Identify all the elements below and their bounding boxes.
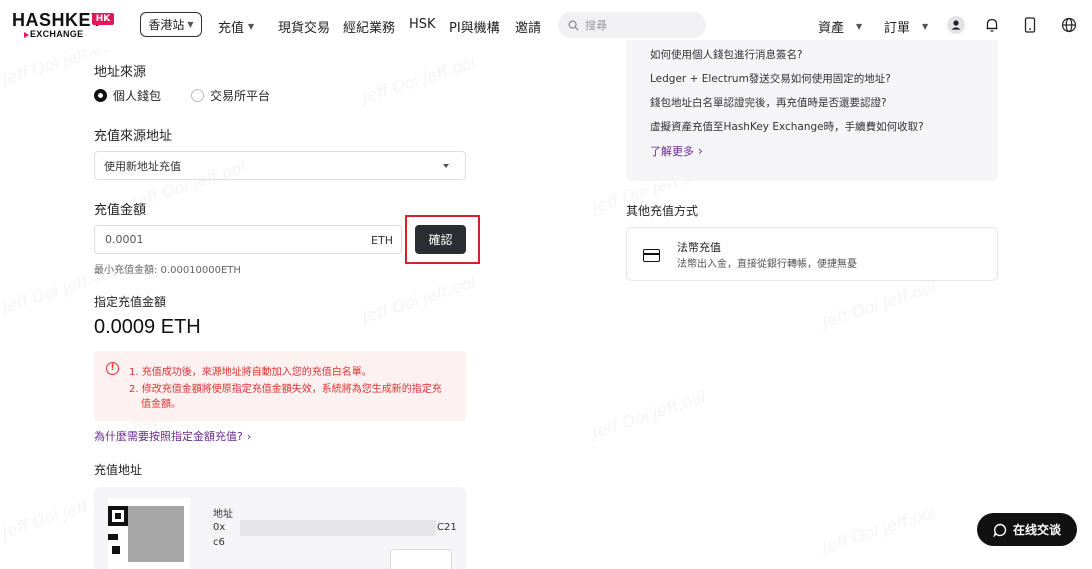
nav-spot-trading[interactable]: 現貨交易 (278, 17, 330, 36)
chevron-down-icon: ▼ (922, 22, 929, 31)
deposit-amount-unit: ETH (371, 234, 393, 247)
warning-line-3: 值金額。 (141, 399, 181, 410)
fiat-deposit-card[interactable]: 法幣充值 法幣出入金，直接從銀行轉帳，便捷無憂 (626, 227, 998, 281)
phone-icon (1024, 17, 1036, 33)
watermark: Jeff Ooi jeff.ooi (819, 277, 939, 332)
nav-brokerage-label: 經紀業務 (343, 21, 396, 36)
nav-assets-label: 資產 (818, 21, 845, 36)
address-suffix: C21 (437, 522, 457, 533)
logo-badge: HK (92, 13, 114, 25)
learn-more-label: 了解更多 (650, 145, 694, 158)
search-icon (568, 20, 579, 31)
mobile-app-button[interactable] (1018, 13, 1042, 37)
notification-button[interactable] (980, 13, 1004, 37)
radio-personal-wallet-label[interactable]: 個人錢包 (113, 87, 161, 104)
chevron-down-icon: ▼ (248, 22, 255, 31)
watermark: Jeff Ooi jeff.ooi (819, 502, 939, 557)
address-prefix: 0x (213, 522, 226, 533)
learn-more-link[interactable]: 了解更多 › (650, 143, 703, 159)
alert-icon: ! (106, 362, 119, 375)
language-button[interactable] (1057, 13, 1081, 37)
designated-amount-title: 指定充值金額 (94, 295, 167, 309)
nav-hsk-label: HSK (409, 17, 436, 32)
watermark: Jeff Ooi jeff.ooi (359, 272, 479, 327)
hashkey-logo[interactable]: HASHKEY HK EXCHANGE (12, 10, 114, 40)
address-redacted (240, 520, 436, 536)
address-source-radio-group: 個人錢包 交易所平台 (94, 87, 270, 104)
nav-brokerage[interactable]: 經紀業務 (343, 17, 395, 36)
chevron-right-icon: › (698, 144, 703, 158)
chevron-right-icon: › (246, 429, 252, 443)
deposit-amount-input[interactable]: 0.0001 ETH (94, 225, 402, 254)
faq-item[interactable]: Ledger + Electrum發送交易如何使用固定的地址? (650, 71, 891, 86)
warning-line-2: 2. 修改充值金額將使原指定充值金額失效，系統將為您生成新的指定充 (129, 384, 442, 395)
site-selector-label: 香港站 (148, 18, 185, 32)
user-avatar-button[interactable] (944, 13, 968, 37)
warning-line-1: 1. 充值成功後，來源地址將自動加入您的充值白名單。 (129, 367, 372, 378)
source-address-select[interactable]: 使用新地址充值 (94, 151, 466, 180)
designated-amount-value: 0.0009 ETH (94, 316, 201, 338)
minimum-deposit-hint: 最小充值金額: 0.00010000ETH (94, 265, 241, 276)
deposit-amount-value: 0.0001 (105, 233, 144, 246)
faq-item[interactable]: 如何使用個人錢包進行消息簽名? (650, 47, 803, 62)
deposit-page: Jeff Ooi jeff.ooi Jeff Ooi jeff.ooi Jeff… (0, 0, 1092, 569)
deposit-amount-title: 充值金額 (94, 203, 147, 218)
nav-deposit-label: 充值 (218, 21, 245, 36)
search-placeholder: 搜尋 (585, 19, 607, 32)
radio-personal-wallet[interactable] (94, 89, 107, 102)
other-methods-title: 其他充值方式 (626, 204, 699, 218)
search-input[interactable]: 搜尋 (558, 12, 706, 38)
logo-subtext: EXCHANGE (30, 29, 84, 39)
radio-exchange-platform-label[interactable]: 交易所平台 (210, 87, 270, 104)
bell-icon (986, 18, 998, 32)
nav-pi-institutions[interactable]: PI與機構 (449, 17, 500, 36)
address-line-2: c6 (213, 537, 225, 548)
chevron-down-icon (443, 164, 449, 168)
radio-exchange-platform[interactable] (191, 89, 205, 102)
faq-item[interactable]: 虛擬資產充值至HashKey Exchange時，手續費如何收取? (650, 119, 924, 134)
chat-bubble-icon (993, 523, 1007, 537)
live-chat-label: 在线交谈 (1012, 523, 1061, 537)
fiat-deposit-description: 法幣出入金，直接從銀行轉帳，便捷無憂 (677, 259, 857, 270)
live-chat-button[interactable]: 在线交谈 (977, 513, 1077, 546)
copy-address-button[interactable] (390, 549, 452, 569)
why-designated-amount-link[interactable]: 為什麼需要按照指定金額充值? › (94, 428, 251, 444)
source-address-select-value: 使用新地址充值 (104, 159, 181, 173)
globe-icon (1061, 17, 1077, 33)
nav-invite-label: 邀請 (515, 21, 542, 36)
credit-card-icon (643, 249, 660, 262)
why-link-label: 為什麼需要按照指定金額充值? (94, 430, 243, 443)
logo-arrow-icon (24, 32, 29, 38)
address-label: 地址 (213, 509, 233, 520)
confirm-button[interactable]: 確認 (415, 225, 466, 254)
nav-invite[interactable]: 邀請 (515, 17, 541, 36)
watermark: Jeff Ooi jeff.ooi (589, 387, 709, 442)
faq-item[interactable]: 錢包地址白名單認證完後，再充值時是否還要認證? (650, 95, 887, 110)
nav-orders-label: 訂單 (884, 21, 911, 36)
chevron-down-icon: ▼ (856, 22, 863, 31)
fiat-deposit-title: 法幣充值 (677, 241, 721, 254)
address-source-title: 地址來源 (94, 65, 147, 80)
nav-spot-trading-label: 現貨交易 (278, 21, 331, 36)
nav-assets[interactable]: 資產 ▼ (818, 17, 862, 36)
nav-pi-label: PI與機構 (449, 21, 500, 36)
chevron-down-icon: ▼ (187, 20, 194, 29)
qr-code[interactable] (108, 498, 190, 569)
watermark: Jeff Ooi jeff.ooi (359, 52, 479, 107)
deposit-source-address-title: 充值來源地址 (94, 129, 173, 144)
user-icon (947, 16, 965, 34)
site-selector[interactable]: 香港站 ▼ (140, 12, 202, 37)
logo-text: HASHKEY (12, 10, 104, 30)
nav-deposit[interactable]: 充值 ▼ (218, 17, 254, 36)
nav-hsk[interactable]: HSK (409, 17, 436, 32)
deposit-address-title: 充值地址 (94, 463, 143, 477)
nav-orders[interactable]: 訂單 ▼ (884, 17, 928, 36)
